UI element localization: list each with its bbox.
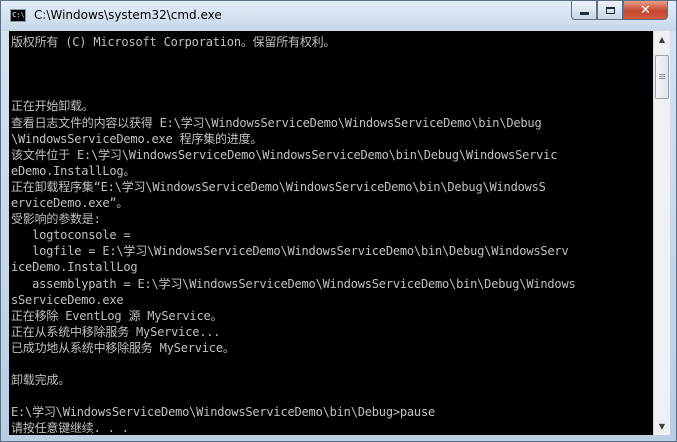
thumb-grip bbox=[659, 76, 665, 77]
console-line: 正在开始卸载。 bbox=[11, 99, 94, 114]
console-line: \WindowsServiceDemo.exe 程序集的进度。 bbox=[11, 131, 263, 146]
scroll-thumb[interactable] bbox=[655, 55, 669, 99]
thumb-grip bbox=[659, 78, 665, 79]
arrow-up-icon: ▲ bbox=[658, 35, 666, 44]
window-title: C:\Windows\system32\cmd.exe bbox=[34, 8, 222, 22]
console-line: 正在移除 EventLog 源 MyService。 bbox=[11, 308, 223, 323]
console-output[interactable]: 版权所有 (C) Microsoft Corporation。保留所有权利。 正在… bbox=[9, 31, 653, 435]
maximize-button[interactable] bbox=[597, 1, 623, 20]
scroll-up-button[interactable]: ▲ bbox=[654, 31, 670, 48]
thumb-grip bbox=[659, 74, 665, 75]
scroll-down-button[interactable]: ▼ bbox=[654, 418, 670, 435]
console-line: logtoconsole = bbox=[11, 228, 131, 243]
title-bar[interactable]: C:\ C:\Windows\system32\cmd.exe ✕ bbox=[1, 1, 676, 31]
console-line: 正在从系统中移除服务 MyService... bbox=[11, 324, 221, 339]
console-line: 该文件位于 E:\学习\WindowsServiceDemo\WindowsSe… bbox=[11, 147, 558, 162]
minimize-button[interactable] bbox=[571, 1, 597, 20]
console-line: 版权所有 (C) Microsoft Corporation。保留所有权利。 bbox=[11, 35, 336, 49]
console-line: 查看日志文件的内容以获得 E:\学习\WindowsServiceDemo\Wi… bbox=[11, 115, 542, 130]
vertical-scrollbar[interactable]: ▲ ▼ bbox=[653, 31, 670, 435]
cmd-window: C:\ C:\Windows\system32\cmd.exe ✕ 版权所有 (… bbox=[0, 0, 677, 442]
console-line: 正在卸载程序集“E:\学习\WindowsServiceDemo\Windows… bbox=[11, 179, 546, 194]
console-line: iceDemo.InstallLog bbox=[11, 260, 138, 275]
console-line: 卸载完成。 bbox=[11, 373, 71, 388]
cmd-icon[interactable]: C:\ bbox=[10, 9, 26, 22]
console-line: sServiceDemo.exe bbox=[11, 292, 124, 307]
console-line: 请按任意键继续. . . bbox=[11, 421, 129, 435]
close-icon: ✕ bbox=[640, 2, 651, 18]
console-line: 已成功地从系统中移除服务 MyService。 bbox=[11, 340, 235, 355]
console-line: 受影响的参数是: bbox=[11, 212, 101, 227]
console-line: assemblypath = E:\学习\WindowsServiceDemo\… bbox=[11, 276, 576, 291]
maximize-icon bbox=[605, 6, 615, 14]
console-line: E:\学习\WindowsServiceDemo\WindowsServiceD… bbox=[11, 405, 436, 420]
close-button[interactable]: ✕ bbox=[623, 1, 668, 20]
arrow-down-icon: ▼ bbox=[658, 422, 666, 431]
console-line: erviceDemo.exe”。 bbox=[11, 196, 129, 210]
console-line: logfile = E:\学习\WindowsServiceDemo\Windo… bbox=[11, 244, 569, 259]
minimize-icon bbox=[579, 11, 589, 15]
console-line: eDemo.InstallLog。 bbox=[11, 163, 136, 178]
